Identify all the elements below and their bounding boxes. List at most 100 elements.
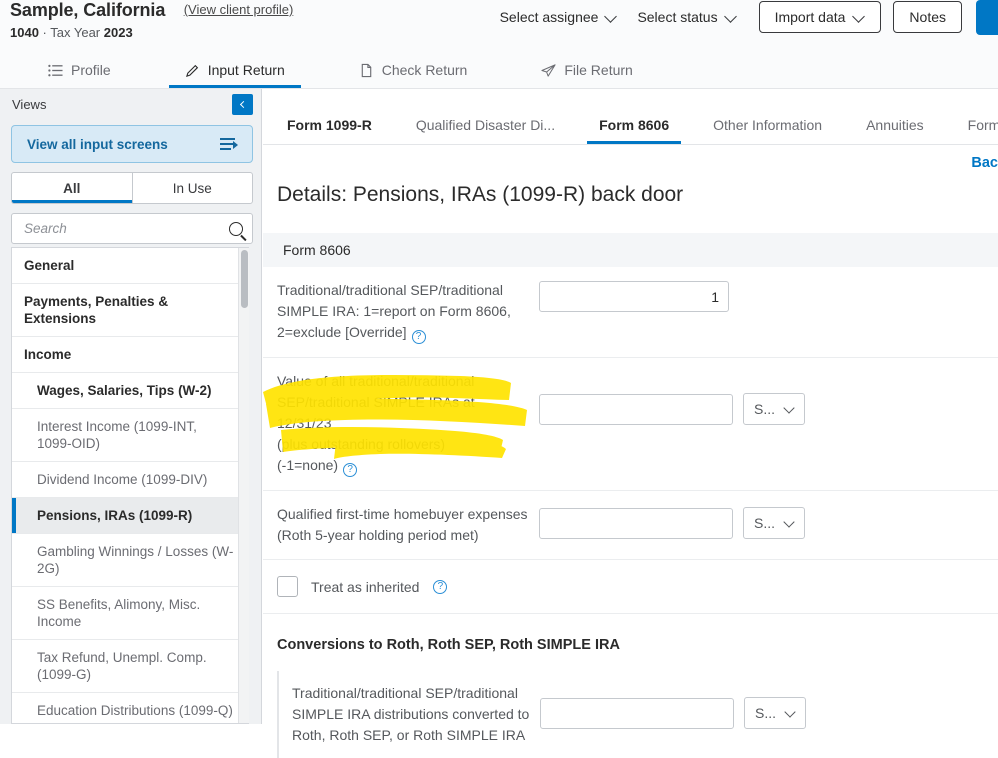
field-label-line: SIMPLE IRA: 1=report on Form 8606, [277, 303, 511, 319]
field-label: Traditional/traditional SEP/traditional … [292, 683, 540, 746]
highlight-marker-top [597, 107, 643, 117]
main-content: Form 1099-R Qualified Disaster Di... For… [263, 89, 998, 724]
import-data-label: Import data [775, 9, 846, 25]
tax-year-label: Tax Year [50, 25, 104, 40]
homebuyer-expenses-select[interactable]: S... [743, 507, 805, 539]
list-item-gambling[interactable]: Gambling Winnings / Losses (W-2G) [12, 534, 249, 587]
field-label-line: Value of all traditional/traditional [277, 373, 474, 389]
field-label-line: 2=exclude [Override] [277, 324, 407, 340]
form-tab-label: Form 8606 [599, 117, 669, 133]
field-label-line: Qualified first-time homebuyer expenses [277, 506, 528, 522]
ira-converted-to-roth-select[interactable]: S... [744, 697, 806, 729]
help-icon[interactable]: ? [433, 580, 447, 594]
list-item-pensions-iras[interactable]: Pensions, IRAs (1099-R) [12, 498, 249, 534]
views-filter-segmented-control: All In Use [11, 172, 253, 204]
subsection-title-conversions: Conversions to Roth, Roth SEP, Roth SIMP… [263, 614, 998, 671]
select-status-dropdown[interactable]: Select status [627, 3, 746, 31]
form-tab-other-information[interactable]: Other Information [707, 117, 828, 144]
select-assignee-label: Select assignee [500, 9, 599, 25]
filter-all-label: All [63, 181, 80, 196]
back-link[interactable]: Bac [971, 155, 998, 171]
field-label-line: Roth, Roth SEP, or Roth SIMPLE IRA [292, 727, 525, 743]
page-title: Sample, California [10, 0, 165, 21]
select-value: S... [754, 401, 775, 417]
report-on-form-8606-input[interactable] [539, 281, 729, 312]
help-icon[interactable]: ? [412, 330, 426, 344]
import-data-button[interactable]: Import data [759, 1, 882, 33]
form-tab-label: Annuities [866, 117, 924, 133]
chevron-left-icon [240, 100, 247, 107]
filter-in-use-tab[interactable]: In Use [132, 173, 253, 203]
form-tab-8606[interactable]: Form 8606 [593, 117, 675, 144]
chevron-down-icon [854, 12, 865, 23]
tab-input-return[interactable]: Input Return [169, 52, 301, 88]
form-tab-5329[interactable]: Form 5329 [962, 117, 998, 144]
help-icon[interactable]: ? [343, 463, 357, 477]
app-header: Sample, California (View client profile)… [0, 0, 998, 52]
form-type: 1040 [10, 25, 39, 40]
select-assignee-dropdown[interactable]: Select assignee [490, 3, 628, 31]
tab-input-return-label: Input Return [208, 62, 285, 78]
value-of-all-iras-select[interactable]: S... [743, 393, 805, 425]
collapse-sidebar-button[interactable] [232, 94, 253, 115]
search-input[interactable] [22, 220, 229, 237]
field-label-line: (plus outstanding rollovers) [277, 436, 445, 452]
list-item-label: Payments, Penalties & Extensions [24, 293, 235, 327]
list-item-label: Dividend Income (1099-DIV) [37, 471, 207, 488]
views-label: Views [12, 97, 46, 112]
field-label: Qualified first-time homebuyer expenses … [277, 504, 539, 546]
list-item-interest-income[interactable]: Interest Income (1099-INT, 1099-OID) [12, 409, 249, 462]
filter-all-tab[interactable]: All [12, 173, 132, 203]
client-subtitle: 1040 · Tax Year 2023 [10, 25, 293, 40]
tab-file-return[interactable]: File Return [525, 52, 648, 88]
list-item-education-distributions[interactable]: Education Distributions (1099-Q) [12, 693, 249, 724]
notes-button[interactable]: Notes [893, 1, 962, 33]
list-item-income[interactable]: Income [12, 337, 249, 373]
list-item-general[interactable]: General [12, 248, 249, 284]
field-row-value-of-all-iras: Value of all traditional/traditional SEP… [263, 358, 998, 491]
chevron-down-icon [785, 404, 796, 415]
field-label-line: (Roth 5-year holding period met) [277, 527, 479, 543]
list-item-label: Interest Income (1099-INT, 1099-OID) [37, 418, 235, 452]
list-item-dividend-income[interactable]: Dividend Income (1099-DIV) [12, 462, 249, 498]
tab-profile[interactable]: Profile [32, 52, 127, 88]
list-item-payments[interactable]: Payments, Penalties & Extensions [12, 284, 249, 337]
field-label: Value of all traditional/traditional SEP… [277, 371, 539, 477]
chevron-down-icon [785, 518, 796, 529]
view-all-input-screens-label: View all input screens [27, 137, 168, 152]
search-icon[interactable] [229, 222, 243, 236]
list-item-tax-refund[interactable]: Tax Refund, Unempl. Comp. (1099-G) [12, 640, 249, 693]
field-row-homebuyer-expenses: Qualified first-time homebuyer expenses … [263, 491, 998, 560]
field-label-line: SEP/traditional SIMPLE IRAs at 12/31/23 [277, 394, 475, 431]
view-client-profile-link[interactable]: (View client profile) [184, 2, 294, 17]
value-of-all-iras-input[interactable] [539, 394, 733, 425]
list-item-wages[interactable]: Wages, Salaries, Tips (W-2) [12, 373, 249, 409]
client-block: Sample, California (View client profile)… [10, 0, 293, 40]
list-icon [48, 63, 63, 78]
primary-action-button-partial[interactable] [976, 0, 998, 35]
sidebar-scrollbar[interactable] [238, 248, 249, 723]
form-tab-qualified-disaster[interactable]: Qualified Disaster Di... [410, 117, 561, 144]
tab-check-return[interactable]: Check Return [343, 52, 484, 88]
notes-label: Notes [909, 9, 946, 25]
field-control: S... [539, 371, 805, 425]
homebuyer-expenses-input[interactable] [539, 508, 733, 539]
form-tab-annuities[interactable]: Annuities [860, 117, 930, 144]
treat-as-inherited-label: Treat as inherited [311, 579, 419, 595]
chevron-down-icon [726, 12, 737, 23]
scrollbar-thumb[interactable] [241, 250, 248, 308]
list-item-label: Wages, Salaries, Tips (W-2) [37, 382, 212, 399]
list-item-label: Gambling Winnings / Losses (W-2G) [37, 543, 235, 577]
form-tab-label: Other Information [713, 117, 822, 133]
search-box[interactable] [11, 213, 253, 244]
field-control [539, 280, 729, 312]
list-item-ss-benefits[interactable]: SS Benefits, Alimony, Misc. Income [12, 587, 249, 640]
section-header-form-8606: Form 8606 [263, 233, 998, 267]
treat-as-inherited-checkbox[interactable] [277, 576, 298, 597]
select-status-label: Select status [637, 9, 717, 25]
details-title: Details: Pensions, IRAs (1099-R) back do… [263, 145, 998, 207]
view-all-input-screens-button[interactable]: View all input screens [11, 125, 253, 163]
form-tab-label: Form 5329 [968, 117, 998, 133]
chevron-down-icon [606, 12, 617, 23]
form-tab-1099r[interactable]: Form 1099-R [281, 117, 378, 144]
